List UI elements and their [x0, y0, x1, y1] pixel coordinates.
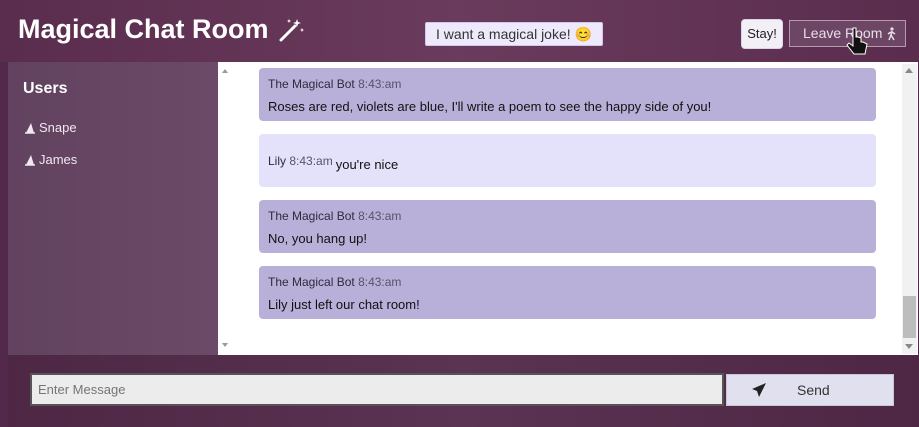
user-item-james: James: [24, 152, 77, 167]
chat-scroll-down-arrow[interactable]: [222, 343, 228, 347]
user-name: James: [39, 152, 78, 167]
message-sender: Lily: [268, 153, 287, 168]
message-time: 8:43:am: [289, 153, 333, 168]
message-time: 8:43:am: [358, 209, 402, 223]
wizard-hat-icon: [25, 122, 35, 134]
page-title: Magical Chat Room: [18, 14, 305, 45]
message-sender: The Magical Bot: [268, 275, 355, 289]
message-sender: The Magical Bot: [268, 77, 355, 91]
pointer-cursor-icon: [846, 27, 868, 55]
walking-person-icon: [887, 26, 896, 40]
message-meta: The Magical Bot 8:43:am: [268, 275, 867, 289]
header: Magical Chat Room I want a magical joke!…: [0, 0, 919, 62]
magic-wand-icon: [279, 18, 304, 41]
message-text: you're nice: [335, 157, 399, 172]
chat-scrollbar[interactable]: [902, 64, 917, 354]
message-time: 8:43:am: [358, 77, 402, 91]
wizard-hat-icon: [25, 154, 35, 166]
message-text: No, you hang up!: [268, 231, 368, 246]
message-meta: The Magical Bot 8:43:am: [268, 77, 867, 91]
user-name: Snape: [39, 120, 77, 135]
message-item: Lily 8:43:am you're nice: [259, 134, 876, 187]
message-item: The Magical Bot 8:43:am Lily just left o…: [259, 266, 876, 319]
magical-joke-button[interactable]: I want a magical joke! 😊: [425, 22, 603, 46]
message-time: 8:43:am: [358, 275, 402, 289]
users-sidebar: Users Snape James: [8, 62, 218, 355]
chat-panel[interactable]: The Magical Bot 8:43:am Roses are red, v…: [218, 62, 918, 355]
users-heading: Users: [23, 80, 68, 97]
scroll-thumb[interactable]: [903, 296, 916, 338]
scroll-up-arrow[interactable]: [905, 68, 913, 73]
title-text: Magical Chat Room: [18, 14, 269, 44]
stay-button[interactable]: Stay!: [741, 19, 783, 49]
message-item: The Magical Bot 8:43:am Roses are red, v…: [259, 68, 876, 121]
scroll-down-arrow[interactable]: [905, 344, 913, 349]
message-meta: The Magical Bot 8:43:am: [268, 209, 867, 223]
user-item-snape: Snape: [24, 120, 77, 135]
paper-plane-icon: [752, 383, 766, 397]
chat-scroll-up-arrow[interactable]: [222, 69, 228, 73]
message-sender: The Magical Bot: [268, 209, 355, 223]
message-text: Lily just left our chat room!: [268, 297, 420, 312]
send-label: Send: [797, 382, 830, 398]
message-item: The Magical Bot 8:43:am No, you hang up!: [259, 200, 876, 253]
message-meta: Lily 8:43:am: [268, 154, 333, 168]
message-text: Roses are red, violets are blue, I'll wr…: [268, 99, 712, 114]
message-input[interactable]: [30, 373, 724, 406]
send-button[interactable]: Send: [726, 374, 894, 406]
